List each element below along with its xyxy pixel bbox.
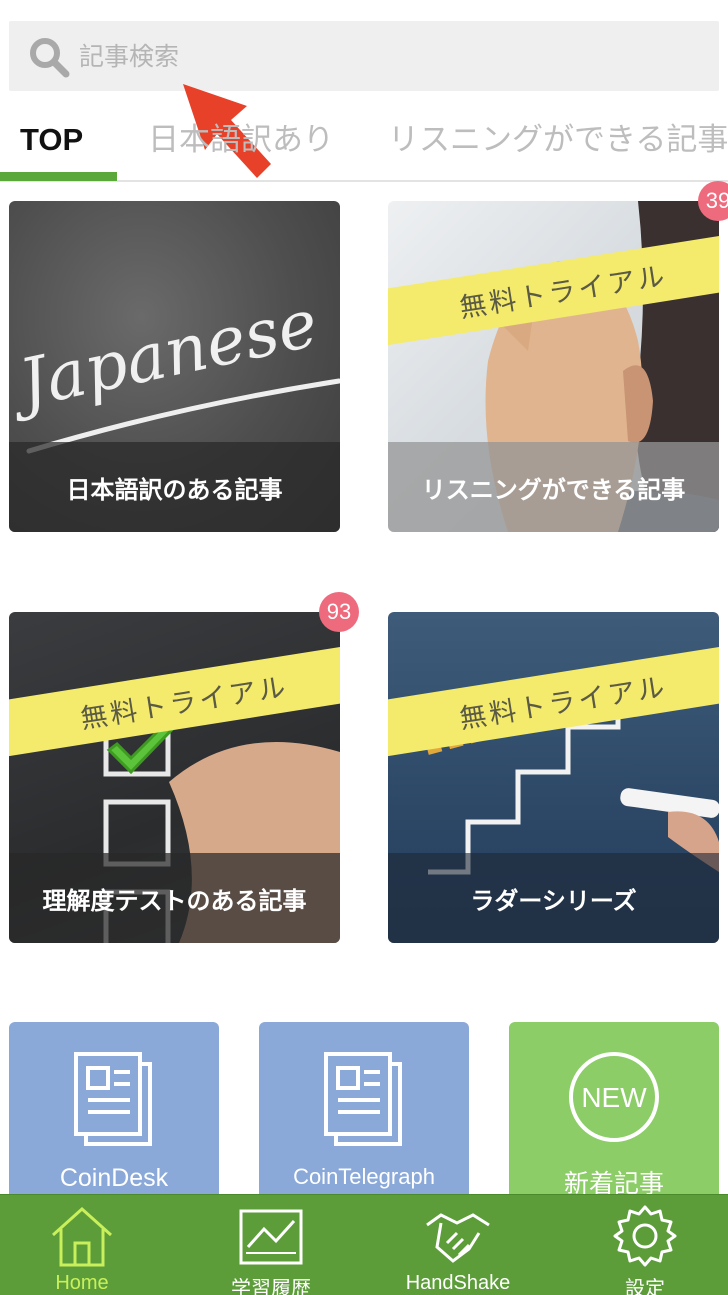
tab-japanese-translation[interactable]: 日本語訳あり xyxy=(148,100,334,180)
tile-coindesk[interactable]: CoinDesk xyxy=(9,1022,219,1212)
tile-label: CoinTelegraph xyxy=(293,1164,435,1189)
newspaper-icon xyxy=(74,1052,152,1146)
tab-listening[interactable]: リスニングができる記事 xyxy=(388,100,728,180)
tab-bar: TOP 日本語訳あり リスニングができる記事 xyxy=(0,100,728,182)
card-label: リスニングができる記事 xyxy=(421,475,686,504)
card-ladder-series[interactable]: 無料トライアル ラダーシリーズ xyxy=(388,612,719,943)
card-label-bar: 日本語訳のある記事 xyxy=(9,442,340,532)
new-badge-icon: NEW xyxy=(569,1052,659,1142)
nav-home[interactable]: Home xyxy=(22,1195,142,1295)
search-input[interactable] xyxy=(79,21,699,91)
search-icon xyxy=(30,38,70,78)
card-label-bar: リスニングができる記事 xyxy=(388,442,719,532)
card-label: 理解度テストのある記事 xyxy=(42,886,307,915)
tab-top[interactable]: TOP xyxy=(20,100,83,180)
card-comprehension-test[interactable]: 無料トライアル 理解度テストのある記事 xyxy=(9,612,340,943)
newspaper-icon xyxy=(324,1052,402,1146)
nav-settings[interactable]: 設定 xyxy=(585,1195,705,1295)
tile-cointelegraph[interactable]: CoinTelegraph xyxy=(259,1022,469,1212)
nav-learning-history[interactable]: 学習履歴 xyxy=(211,1195,331,1295)
tile-label: CoinDesk xyxy=(59,1164,169,1192)
bottom-nav: Home 学習履歴 HandShake 設定 xyxy=(0,1194,728,1295)
unread-badge: 93 xyxy=(319,592,359,632)
home-icon xyxy=(51,1206,113,1267)
chart-icon xyxy=(239,1209,303,1265)
card-label-bar: ラダーシリーズ xyxy=(388,853,719,943)
card-listening[interactable]: 無料トライアル リスニングができる記事 xyxy=(388,201,719,532)
gear-icon xyxy=(613,1205,677,1267)
search-bar[interactable] xyxy=(9,21,719,91)
tile-new-articles[interactable]: NEW 新着記事 xyxy=(509,1022,719,1212)
svg-text:NEW: NEW xyxy=(581,1082,647,1113)
card-label: ラダーシリーズ xyxy=(470,886,637,915)
card-label: 日本語訳のある記事 xyxy=(66,475,283,504)
handshake-icon xyxy=(426,1213,490,1263)
chalk-text: Japanese xyxy=(9,284,324,425)
active-tab-indicator xyxy=(0,172,117,181)
card-japanese-translation[interactable]: Japanese 日本語訳のある記事 xyxy=(9,201,340,532)
card-label-bar: 理解度テストのある記事 xyxy=(9,853,340,943)
nav-handshake[interactable]: HandShake xyxy=(390,1195,526,1295)
